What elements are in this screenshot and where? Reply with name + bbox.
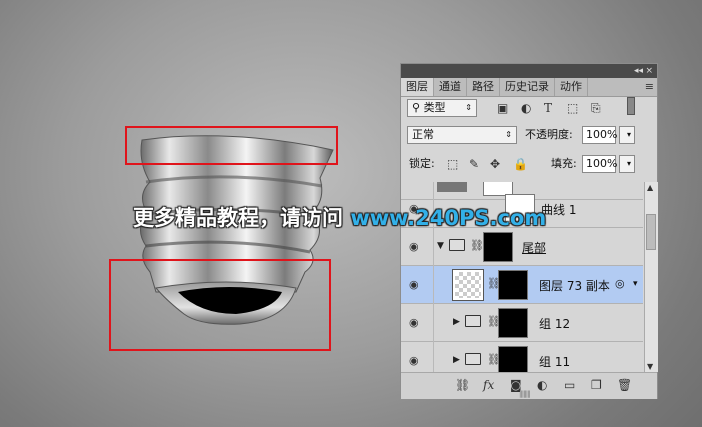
tab-actions[interactable]: 动作 bbox=[555, 78, 588, 96]
top-highlight-box bbox=[125, 126, 338, 165]
scroll-down-icon[interactable]: ▼ bbox=[647, 362, 653, 371]
search-icon: ⚲ bbox=[412, 101, 421, 114]
smart-object-filter-icon[interactable]: ⎘ bbox=[591, 99, 601, 117]
adjustment-icon[interactable]: ◐ bbox=[537, 378, 547, 392]
lock-move-icon[interactable]: ✥ bbox=[490, 155, 500, 173]
lock-paint-icon[interactable]: ✎ bbox=[469, 155, 479, 173]
divider bbox=[433, 342, 434, 372]
tab-channels[interactable]: 通道 bbox=[434, 78, 467, 96]
layer-name: 组 11 bbox=[539, 355, 571, 369]
adjustment-filter-icon[interactable]: ◐ bbox=[521, 99, 531, 117]
type-filter-icon[interactable]: T bbox=[544, 99, 552, 117]
resize-grip[interactable]: |||||||| bbox=[519, 390, 531, 398]
layer-row-group12[interactable]: ◉ ▶ ⛓ 组 12 bbox=[401, 304, 643, 342]
layer-row-group11[interactable]: ◉ ▶ ⛓ 组 11 bbox=[401, 342, 643, 372]
link-icon[interactable]: ⛓ bbox=[455, 378, 470, 392]
fx-expand-icon[interactable]: ▾ bbox=[633, 279, 638, 289]
delete-icon[interactable]: 🗑 bbox=[617, 378, 632, 392]
tab-history[interactable]: 历史记录 bbox=[500, 78, 555, 96]
tab-paths[interactable]: 路径 bbox=[467, 78, 500, 96]
image-filter-icon[interactable]: ▣ bbox=[497, 99, 508, 117]
folder-icon bbox=[449, 239, 465, 251]
tab-layers[interactable]: 图层 bbox=[401, 78, 434, 96]
panel-bottom-toolbar: ⛓ fx ◙ ◐ ▭ ❐ 🗑 |||||||| bbox=[401, 372, 657, 399]
filter-toggle-icon[interactable] bbox=[627, 97, 635, 115]
layer-name: 组 12 bbox=[539, 317, 571, 331]
visibility-eye-icon[interactable]: ◉ bbox=[409, 278, 419, 291]
visibility-eye-icon[interactable]: ◉ bbox=[409, 240, 419, 253]
fill-dropdown[interactable]: ▾ bbox=[619, 155, 635, 173]
chevron-updown-icon: ⇕ bbox=[465, 103, 472, 112]
opacity-dropdown[interactable]: ▾ bbox=[619, 126, 635, 144]
expand-right-icon[interactable]: ▶ bbox=[453, 317, 460, 327]
panel-tabs: 图层 通道 路径 历史记录 动作 ≡ bbox=[401, 78, 657, 97]
chevron-updown-icon: ⇕ bbox=[505, 130, 512, 139]
layer-name: 尾部 bbox=[522, 241, 547, 255]
opacity-field[interactable]: 100% bbox=[582, 126, 617, 144]
folder-icon bbox=[465, 315, 481, 327]
fill-field[interactable]: 100% bbox=[582, 155, 617, 173]
scroll-up-icon[interactable]: ▲ bbox=[647, 183, 653, 192]
tail-highlight-box bbox=[109, 259, 331, 351]
layer-thumbnail bbox=[452, 269, 484, 301]
blend-mode-value: 正常 bbox=[412, 128, 434, 141]
collapse-icon[interactable]: ◂◂ bbox=[634, 64, 643, 78]
panel-menu-icon[interactable]: ≡ bbox=[645, 78, 654, 96]
layer-name: 图层 73 副本 bbox=[539, 279, 610, 293]
panel-title-bar[interactable]: ◂◂ × bbox=[401, 64, 657, 78]
divider bbox=[433, 266, 434, 304]
scroll-thumb[interactable] bbox=[646, 214, 656, 250]
divider bbox=[433, 304, 434, 342]
expand-right-icon[interactable]: ▶ bbox=[453, 355, 460, 365]
layer-list-scrollbar[interactable]: ▲ ▼ bbox=[644, 182, 658, 372]
group-mask-thumbnail bbox=[498, 346, 528, 372]
close-icon[interactable]: × bbox=[645, 64, 653, 78]
new-layer-icon[interactable]: ❐ bbox=[591, 378, 602, 392]
link-chain-icon: ⛓ bbox=[470, 239, 484, 252]
watermark-prefix: 更多精品教程，请访问 bbox=[133, 206, 351, 230]
group-mask-thumbnail bbox=[483, 232, 513, 262]
folder-icon bbox=[465, 353, 481, 365]
watermark-url: www.240PS.com bbox=[350, 206, 547, 230]
watermark-text: 更多精品教程，请访问 www.240PS.com bbox=[133, 202, 546, 232]
visibility-eye-icon[interactable]: ◉ bbox=[409, 354, 419, 367]
visibility-eye-icon[interactable]: ◉ bbox=[409, 316, 419, 329]
shape-filter-icon[interactable]: ⬚ bbox=[567, 99, 578, 117]
lock-label: 锁定: bbox=[409, 157, 435, 170]
filter-kind-select[interactable]: ⚲ 类型 ⇕ bbox=[407, 99, 477, 117]
fill-label: 填充: bbox=[551, 157, 577, 170]
divider bbox=[433, 228, 434, 266]
expand-down-icon[interactable]: ▼ bbox=[437, 241, 444, 251]
chevron-down-icon: ▾ bbox=[626, 159, 631, 168]
layer-row-selected[interactable]: ◉ ⛓ 图层 73 副本 ◎ ▾ bbox=[401, 266, 643, 304]
new-group-icon[interactable]: ▭ bbox=[564, 378, 575, 392]
lock-all-icon[interactable]: 🔒 bbox=[513, 155, 528, 173]
chevron-down-icon: ▾ bbox=[626, 130, 631, 139]
lock-transparent-icon[interactable]: ⬚ bbox=[447, 155, 458, 173]
filter-kind-label: 类型 bbox=[423, 101, 446, 114]
opacity-label: 不透明度: bbox=[525, 128, 573, 141]
fx-icon[interactable]: fx bbox=[483, 378, 494, 392]
blend-mode-select[interactable]: 正常 ⇕ bbox=[407, 126, 517, 144]
layer-row-tail-group[interactable]: ◉ ▼ ⛓ 尾部 bbox=[401, 228, 643, 266]
group-mask-thumbnail bbox=[498, 308, 528, 338]
layer-name: 曲线 1 bbox=[541, 203, 577, 217]
clipping-icon: ◎ bbox=[615, 277, 625, 290]
layer-mask-thumbnail bbox=[498, 270, 528, 300]
